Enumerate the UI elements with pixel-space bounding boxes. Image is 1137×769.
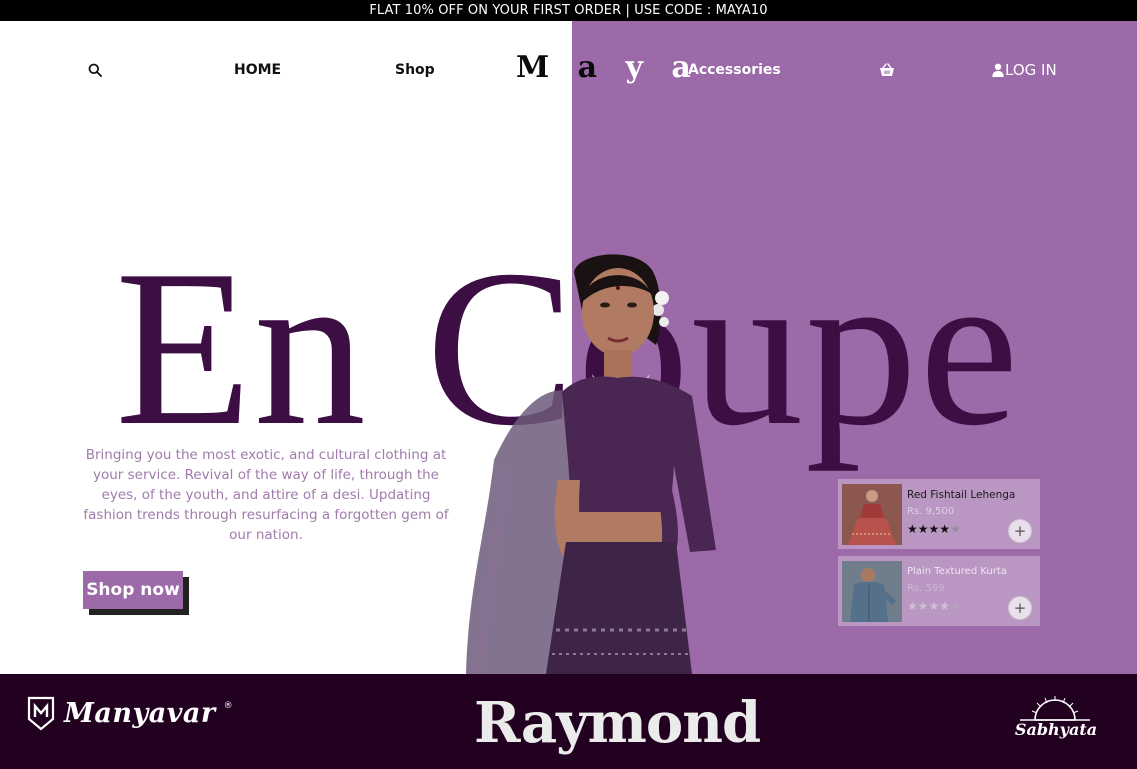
product-price: Rs. 599: [907, 583, 945, 594]
product-name: Red Fishtail Lehenga: [907, 489, 1016, 501]
rating-stars: ★★★★★: [907, 522, 961, 536]
product-name: Plain Textured Kurta: [907, 566, 1007, 577]
star-filled-icon: ★: [917, 522, 929, 536]
nav-home-link[interactable]: HOME: [234, 59, 281, 81]
manyavar-logo[interactable]: Manyavar ®: [26, 693, 233, 733]
manyavar-emblem-icon: [27, 696, 55, 731]
maya-logo[interactable]: M a y a: [516, 50, 700, 85]
promo-banner: FLAT 10% OFF ON YOUR FIRST ORDER | USE C…: [0, 0, 1137, 21]
add-to-cart-button[interactable]: +: [1008, 596, 1032, 620]
star-filled-icon: ★: [928, 599, 940, 613]
nav-shop-link[interactable]: Shop: [395, 59, 435, 81]
product-price: Rs. 9,500: [907, 506, 955, 517]
search-icon[interactable]: [88, 63, 102, 77]
product-card[interactable]: Plain Textured Kurta Rs. 599 ★★★★★ +: [838, 556, 1040, 626]
add-to-cart-button[interactable]: +: [1008, 519, 1032, 543]
product-card[interactable]: Red Fishtail Lehenga Rs. 9,500 ★★★★★ +: [838, 479, 1040, 549]
rating-stars: ★★★★★: [907, 599, 961, 613]
shop-now-button[interactable]: Shop now: [83, 571, 183, 609]
logo-left-text: M a: [516, 50, 607, 85]
nav-accessories-link[interactable]: Accessories: [688, 59, 781, 81]
star-filled-icon: ★: [928, 522, 940, 536]
star-filled-icon: ★: [939, 522, 951, 536]
raymond-logo[interactable]: Raymond: [474, 690, 761, 756]
star-filled-icon: ★: [917, 599, 929, 613]
star-empty-icon: ★: [950, 522, 961, 536]
product-thumbnail: [842, 561, 902, 622]
star-filled-icon: ★: [939, 599, 951, 613]
sabhyata-logo[interactable]: Sabhyata: [1010, 694, 1100, 746]
user-icon: [992, 63, 1004, 77]
hero-description: Bringing you the most exotic, and cultur…: [83, 447, 449, 543]
sunrise-emblem-icon: [1020, 696, 1090, 721]
login-link[interactable]: LOG IN: [992, 59, 1057, 81]
product-thumbnail: [842, 484, 902, 545]
login-label: LOG IN: [1005, 61, 1057, 79]
sabhyata-wordmark: Sabhyata: [1014, 720, 1098, 739]
star-filled-icon: ★: [907, 599, 918, 613]
manyavar-wordmark: Manyavar: [64, 697, 216, 729]
manyavar-registered-mark: ®: [223, 701, 233, 711]
model-photo: [466, 254, 716, 674]
basket-icon[interactable]: [879, 63, 895, 77]
star-filled-icon: ★: [907, 522, 918, 536]
star-empty-icon: ★: [950, 599, 961, 613]
